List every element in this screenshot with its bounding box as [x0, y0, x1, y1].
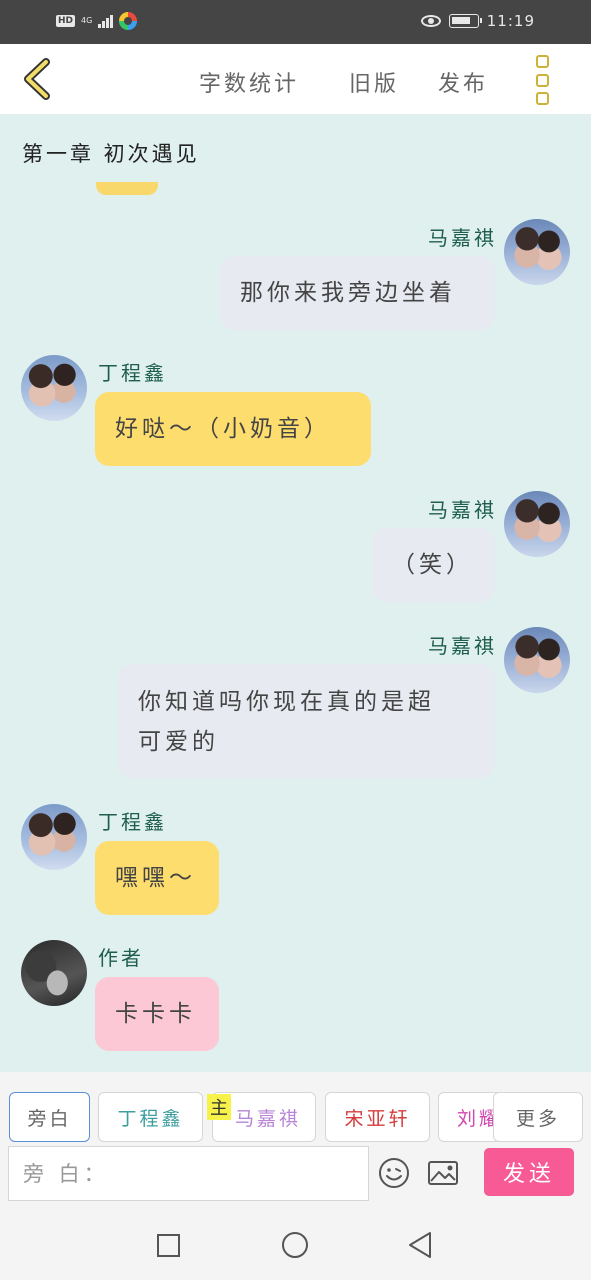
- send-button[interactable]: 发送: [484, 1148, 574, 1196]
- signal-icon: [98, 14, 114, 28]
- status-bar: HD 4G 11:19: [0, 0, 591, 44]
- partial-bubble: [96, 182, 158, 195]
- word-count-button[interactable]: 字数统计: [199, 66, 299, 98]
- hd-indicator: HD: [56, 15, 76, 27]
- more-roles-button[interactable]: 更多: [493, 1092, 583, 1142]
- status-left: HD 4G: [56, 12, 138, 30]
- main-role-badge: 主: [207, 1094, 231, 1120]
- chevron-left-icon[interactable]: [14, 54, 64, 104]
- old-version-button[interactable]: 旧版: [349, 66, 399, 98]
- vertical-menu-icon[interactable]: [530, 55, 554, 105]
- battery-icon: [448, 14, 482, 28]
- sender-name: 丁程鑫: [98, 361, 167, 385]
- message-bubble[interactable]: 好哒～（小奶音）: [95, 392, 371, 466]
- recent-apps-icon[interactable]: [157, 1234, 180, 1257]
- message-bubble[interactable]: 卡卡卡: [95, 977, 219, 1051]
- app-notification-icon: [119, 12, 138, 30]
- image-icon[interactable]: [427, 1157, 459, 1189]
- network-type: 4G: [81, 16, 93, 25]
- avatar[interactable]: [21, 940, 87, 1006]
- emoji-icon[interactable]: [378, 1157, 410, 1189]
- message-line: 你知道吗你现在真的是超: [138, 689, 435, 715]
- message-bubble[interactable]: 嘿嘿～: [95, 841, 219, 915]
- role-chip-song[interactable]: 宋亚轩: [325, 1092, 430, 1142]
- avatar[interactable]: [504, 627, 570, 693]
- eye-comfort-icon: [420, 15, 441, 27]
- message-bubble[interactable]: 那你来我旁边坐着: [220, 256, 495, 330]
- status-right: 11:19: [420, 12, 535, 30]
- avatar[interactable]: [21, 804, 87, 870]
- message-bubble[interactable]: 你知道吗你现在真的是超 可爱的: [118, 664, 495, 778]
- sender-name: 马嘉祺: [428, 498, 497, 522]
- sender-name: 马嘉祺: [428, 634, 497, 658]
- chapter-title: 第一章 初次遇见: [22, 142, 200, 166]
- role-chip-narrator[interactable]: 旁白: [9, 1092, 90, 1142]
- back-triangle-icon[interactable]: [407, 1230, 433, 1260]
- role-chip-ding[interactable]: 丁程鑫: [98, 1092, 203, 1142]
- sender-name: 马嘉祺: [428, 226, 497, 250]
- clock: 11:19: [486, 12, 535, 30]
- avatar[interactable]: [504, 491, 570, 557]
- message-bubble[interactable]: （笑）: [372, 528, 495, 602]
- avatar[interactable]: [504, 219, 570, 285]
- message-input[interactable]: 旁 白：: [8, 1146, 369, 1201]
- top-bar: 字数统计 旧版 发布: [0, 44, 591, 114]
- sender-name: 丁程鑫: [98, 810, 167, 834]
- home-icon[interactable]: [282, 1232, 308, 1258]
- publish-button[interactable]: 发布: [438, 66, 488, 98]
- message-line: 可爱的: [138, 729, 219, 755]
- sender-name: 作者: [98, 946, 144, 970]
- avatar[interactable]: [21, 355, 87, 421]
